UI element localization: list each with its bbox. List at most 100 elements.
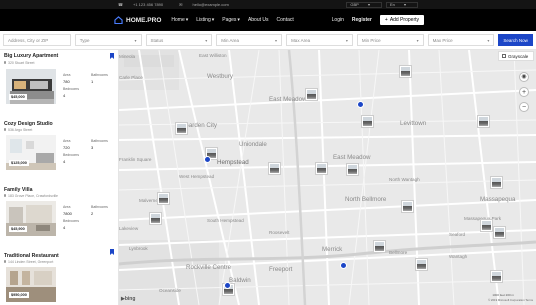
nav-item-about[interactable]: About Us — [248, 17, 269, 23]
max-price-label: Max Price — [432, 37, 453, 43]
login-link[interactable]: Login — [332, 17, 344, 23]
map-property-marker[interactable] — [490, 270, 503, 283]
zoom-out-button[interactable]: − — [519, 102, 529, 112]
type-select[interactable]: Type ▾ — [74, 34, 142, 46]
bedrooms-label: Bedrooms — [63, 153, 79, 157]
chevron-down-icon: ▾ — [211, 17, 215, 23]
place-label: Malverne — [139, 198, 158, 203]
add-property-button[interactable]: + Add Property — [379, 15, 424, 25]
map-property-marker[interactable] — [157, 192, 170, 205]
register-link[interactable]: Register — [352, 17, 372, 23]
map-view[interactable]: Mineola East Williston Carle Place Westb… — [119, 50, 536, 305]
map-property-marker[interactable] — [315, 162, 328, 175]
chevron-down-icon: ▾ — [205, 38, 208, 43]
map-property-marker[interactable] — [493, 226, 506, 239]
max-area-select[interactable]: Max Area ▾ — [286, 34, 353, 46]
language-select[interactable]: En ▾ — [385, 1, 418, 8]
mail-icon: ✉ — [179, 2, 183, 7]
map-property-marker[interactable] — [268, 162, 281, 175]
map-pin[interactable] — [204, 156, 211, 163]
bedrooms-value: 4 — [63, 159, 66, 164]
listing-photo[interactable]: $950,000 — [6, 267, 56, 302]
site-logo[interactable]: HOME.PRO — [114, 16, 161, 24]
currency-select[interactable]: GBP ▾ — [346, 1, 382, 8]
map-pin[interactable] — [357, 101, 364, 108]
listing-photo[interactable]: $125,000 — [6, 135, 56, 170]
search-now-button[interactable]: Search Now — [498, 34, 533, 46]
bookmark-icon[interactable] — [110, 249, 114, 255]
listing-card[interactable]: Family Villa 183 Grove Place, Crawfordsv… — [0, 182, 118, 248]
map-property-marker[interactable] — [477, 115, 490, 128]
place-label: Wantagh — [449, 254, 468, 259]
language-value: En — [389, 2, 395, 7]
listing-card[interactable]: Cozy Design Studio 536 Argo Street $125,… — [0, 116, 118, 182]
home-icon — [114, 16, 123, 24]
listing-price: $45,000 — [9, 94, 27, 100]
search-filter-bar: Address, City or ZIP Type ▾ Status ▾ Min A… — [0, 31, 536, 50]
address-input[interactable]: Address, City or ZIP — [3, 34, 71, 46]
place-label: Lynbrook — [129, 246, 148, 251]
chevron-down-icon: ▾ — [185, 17, 189, 23]
bing-logo: ▶bing — [121, 296, 136, 302]
map-property-marker[interactable] — [346, 163, 359, 176]
chevron-down-icon: ▾ — [345, 38, 348, 43]
map-property-marker[interactable] — [415, 258, 428, 271]
listing-title[interactable]: Traditional Restaurant — [4, 253, 59, 259]
map-property-marker[interactable] — [401, 200, 414, 213]
listing-title[interactable]: Big Luxury Apartment — [4, 53, 58, 59]
nav-item-contact[interactable]: Contact — [277, 17, 294, 23]
min-area-select[interactable]: Min Area ▾ — [216, 34, 283, 46]
place-label: Rockville Centre — [186, 264, 232, 271]
nav-item-label: Pages — [222, 17, 237, 23]
bookmark-icon[interactable] — [110, 53, 114, 59]
locate-icon[interactable]: ◉ — [519, 72, 529, 82]
place-label: Levittown — [400, 120, 427, 127]
map-property-marker[interactable] — [373, 240, 386, 253]
chevron-down-icon: ▾ — [237, 17, 240, 23]
nav-item-pages[interactable]: Pages ▾ — [222, 17, 240, 23]
listing-card[interactable]: Traditional Restaurant 144 Linden Street… — [0, 248, 118, 305]
map-pin[interactable] — [224, 282, 231, 289]
listing-address: 536 Argo Street — [3, 128, 33, 132]
checkbox-icon — [502, 54, 506, 58]
bedrooms-value: 4 — [63, 225, 66, 230]
place-label: East Meadow — [269, 96, 307, 103]
listing-card[interactable]: Big Luxury Apartment 320 Stuart Street $… — [0, 50, 118, 116]
zoom-in-button[interactable]: + — [519, 87, 529, 97]
map-property-marker[interactable] — [480, 219, 493, 232]
map-property-marker[interactable] — [149, 212, 162, 225]
currency-value: GBP — [350, 2, 359, 7]
area-value: 780 — [63, 79, 70, 84]
listing-photo[interactable]: $45,900 — [6, 201, 56, 236]
map-property-marker[interactable] — [361, 115, 374, 128]
place-label: Roosevelt — [269, 230, 290, 235]
map-property-marker[interactable] — [305, 88, 318, 101]
bedrooms-label: Bedrooms — [63, 219, 79, 223]
max-price-select[interactable]: Max Price ▾ — [427, 34, 495, 46]
listing-title[interactable]: Cozy Design Studio — [4, 121, 53, 127]
map-property-marker[interactable] — [490, 176, 503, 189]
map-attribution[interactable]: © 2019 Microsoft Corporation Terms — [488, 298, 533, 302]
chevron-down-icon: ▾ — [134, 38, 137, 43]
listing-title[interactable]: Family Villa — [4, 187, 32, 193]
min-price-select[interactable]: Min Price ▾ — [356, 34, 424, 46]
nav-item-listing[interactable]: Listing ▾ — [196, 17, 214, 23]
status-select[interactable]: Status ▾ — [145, 34, 213, 46]
bathrooms-label: Bathrooms — [91, 205, 108, 209]
plus-icon: + — [384, 17, 388, 23]
grayscale-toggle[interactable]: Grayscale — [498, 51, 534, 61]
nav-item-home[interactable]: Home ▾ — [171, 17, 188, 23]
listing-photo[interactable]: $45,000 — [6, 69, 56, 104]
map-property-marker[interactable] — [175, 122, 188, 135]
map-property-marker[interactable] — [399, 65, 412, 78]
phone-info[interactable]: ☎ +1 123 456 7890 — [118, 2, 171, 7]
place-label: Uniondale — [239, 141, 267, 148]
place-label: Bellmore — [389, 250, 408, 255]
email-info[interactable]: ✉ hello@example.com — [179, 2, 237, 7]
map-pin[interactable] — [340, 262, 347, 269]
place-label: Mineola — [119, 54, 136, 59]
bathrooms-value: 2 — [91, 211, 94, 216]
status-label: Status — [150, 37, 164, 43]
bedrooms-label: Bedrooms — [63, 87, 79, 91]
phone-text: +1 123 456 7890 — [132, 2, 164, 7]
